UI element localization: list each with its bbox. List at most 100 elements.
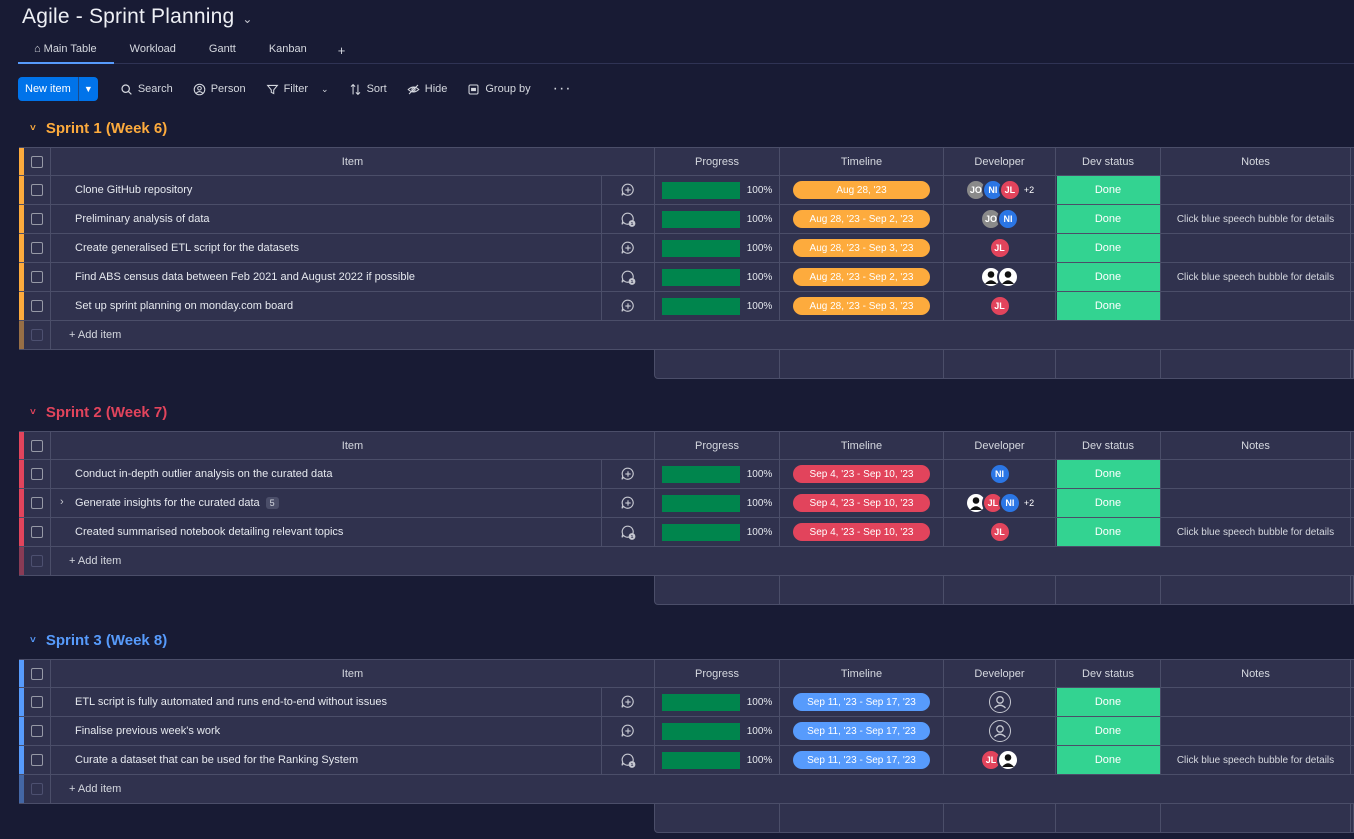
add-item-row[interactable]: + Add item [19,547,1354,576]
row-checkbox-cell[interactable] [24,746,51,774]
speech-bubble-icon[interactable]: 1 [620,211,636,227]
column-header-timeline[interactable]: Timeline [780,148,944,175]
dev-status-cell[interactable]: Done [1056,518,1161,546]
avatar-stack[interactable]: NI [988,463,1011,485]
column-header-progress[interactable]: Progress [655,660,780,687]
group-title[interactable]: Sprint 1 (Week 6) [46,120,167,137]
developer-cell[interactable] [944,717,1056,745]
add-view-icon[interactable]: + [324,40,360,62]
dev-status-cell[interactable]: Done [1056,292,1161,320]
item-name[interactable]: Set up sprint planning on monday.com boa… [75,300,293,312]
avatar-stack[interactable]: JO NI [980,208,1019,230]
timeline-pill[interactable]: Sep 4, '23 - Sep 10, '23 [793,494,930,512]
updates-cell[interactable] [602,234,655,262]
developer-cell[interactable]: JL [944,234,1056,262]
item-name[interactable]: ETL script is fully automated and runs e… [75,696,387,708]
updates-cell[interactable] [602,176,655,204]
column-header-dev-status[interactable]: Dev status [1056,432,1161,459]
notes-cell[interactable] [1161,176,1351,204]
subitem-count-badge[interactable]: 5 [265,497,279,509]
column-header-item[interactable]: Item [51,432,655,459]
item-name-cell[interactable]: Set up sprint planning on monday.com boa… [51,292,602,320]
avatar[interactable]: JL [988,295,1011,317]
notes-cell[interactable]: Click blue speech bubble for details [1161,205,1351,233]
developer-cell[interactable] [944,263,1056,291]
tab-workload[interactable]: Workload [114,38,193,64]
item-name[interactable]: Curate a dataset that can be used for th… [75,754,358,766]
tab-main-table[interactable]: ⌂ Main Table [18,38,114,64]
timeline-cell[interactable]: Sep 11, '23 - Sep 17, '23 [780,746,944,774]
timeline-pill[interactable]: Sep 4, '23 - Sep 10, '23 [793,523,930,541]
avatar-stack[interactable]: JL [988,521,1011,543]
item-name[interactable]: Conduct in-depth outlier analysis on the… [75,468,332,480]
timeline-cell[interactable]: Sep 11, '23 - Sep 17, '23 [780,717,944,745]
checkbox[interactable] [31,242,43,254]
item-name[interactable]: Create generalised ETL script for the da… [75,242,299,254]
checkbox[interactable] [31,155,43,168]
avatar-stack[interactable]: JO NI JL +2 [964,179,1034,201]
developer-cell[interactable]: JL [944,518,1056,546]
column-header-dev-status[interactable]: Dev status [1056,660,1161,687]
column-header-item[interactable]: Item [51,148,655,175]
avatar-photo-icon[interactable] [997,266,1019,288]
avatar[interactable]: NI [997,208,1019,230]
add-update-icon[interactable] [620,240,636,256]
notes-cell[interactable]: Click blue speech bubble for details [1161,746,1351,774]
row-checkbox-cell[interactable] [24,263,51,291]
timeline-cell[interactable]: Aug 28, '23 [780,176,944,204]
item-name-cell[interactable]: Conduct in-depth outlier analysis on the… [51,460,602,488]
avatar-stack[interactable]: JL [988,295,1011,317]
column-header-timeline[interactable]: Timeline [780,432,944,459]
speech-bubble-icon[interactable]: 1 [620,269,636,285]
avatar-stack[interactable] [988,691,1011,713]
row-checkbox-cell[interactable] [24,292,51,320]
checkbox[interactable] [31,300,43,312]
dev-status-cell[interactable]: Done [1056,460,1161,488]
timeline-pill[interactable]: Sep 11, '23 - Sep 17, '23 [793,693,930,711]
timeline-cell[interactable]: Sep 4, '23 - Sep 10, '23 [780,489,944,517]
avatar-stack[interactable]: JL [988,237,1011,259]
notes-cell[interactable] [1161,489,1351,517]
column-header-progress[interactable]: Progress [655,148,780,175]
checkbox[interactable] [31,439,43,452]
updates-cell[interactable] [602,489,655,517]
column-header-developer[interactable]: Developer [944,660,1056,687]
hide-button[interactable]: Hide [407,83,447,96]
add-item-button[interactable]: + Add item [51,547,1354,575]
timeline-cell[interactable]: Aug 28, '23 - Sep 2, '23 [780,263,944,291]
select-all-checkbox[interactable] [24,660,51,687]
column-header-developer[interactable]: Developer [944,432,1056,459]
add-update-icon[interactable] [620,466,636,482]
item-name-cell[interactable]: › Generate insights for the curated data 5 [51,489,602,517]
avatar-stack[interactable]: JL NI +2 [964,492,1034,514]
row-checkbox-cell[interactable] [24,518,51,546]
notes-cell[interactable] [1161,460,1351,488]
timeline-pill[interactable]: Aug 28, '23 - Sep 2, '23 [793,268,930,286]
dev-status-cell[interactable]: Done [1056,176,1161,204]
status-label[interactable]: Done [1056,460,1160,488]
add-update-icon[interactable] [620,182,636,198]
status-label[interactable]: Done [1056,489,1160,517]
item-name-cell[interactable]: ETL script is fully automated and runs e… [51,688,602,716]
row-checkbox-cell[interactable] [24,460,51,488]
speech-bubble-icon[interactable]: 1 [620,524,636,540]
developer-cell[interactable]: JO NI [944,205,1056,233]
status-label[interactable]: Done [1056,688,1160,716]
chevron-down-icon[interactable]: ▼ [77,77,98,101]
updates-cell[interactable] [602,460,655,488]
add-update-icon[interactable] [620,298,636,314]
item-name-cell[interactable]: Find ABS census data between Feb 2021 an… [51,263,602,291]
status-label[interactable]: Done [1056,234,1160,262]
updates-cell[interactable]: 1 [602,205,655,233]
column-header-dev-status[interactable]: Dev status [1056,148,1161,175]
item-name[interactable]: Find ABS census data between Feb 2021 an… [75,271,415,283]
updates-cell[interactable]: 1 [602,746,655,774]
dev-status-cell[interactable]: Done [1056,688,1161,716]
item-name[interactable]: Finalise previous week's work [75,725,220,737]
status-label[interactable]: Done [1056,746,1160,774]
updates-cell[interactable] [602,717,655,745]
row-checkbox-cell[interactable] [24,717,51,745]
item-name-cell[interactable]: Clone GitHub repository [51,176,602,204]
column-header-progress[interactable]: Progress [655,432,780,459]
developer-cell[interactable] [944,688,1056,716]
